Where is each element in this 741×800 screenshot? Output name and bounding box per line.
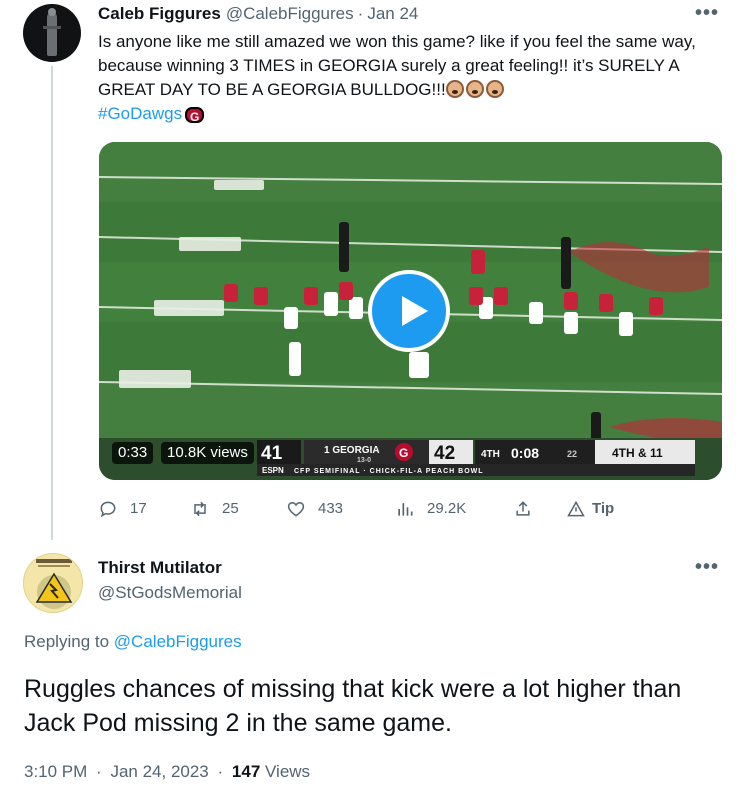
reply-view-count[interactable]: 147 [232,762,260,781]
play-button[interactable] [368,270,450,352]
hashtag-link[interactable]: #GoDawgs [98,104,182,123]
share-button[interactable] [513,499,545,519]
tip-label: Tip [592,500,615,517]
more-options-icon[interactable]: ••• [695,2,719,25]
network-logo: ESPN [262,466,284,475]
home-score: 42 [434,443,455,464]
dog-face-icon [465,80,484,98]
retweet-count: 25 [222,500,239,517]
reply-views-label: Views [265,762,311,781]
tweet-actions: 17 25 433 29.2K Tip [98,499,638,523]
game-quarter: 4TH [481,449,500,460]
dog-face-icon [445,80,464,98]
analytics-icon [398,503,413,516]
reply-date[interactable]: Jan 24, 2023 [110,762,208,781]
separator-dot: · [217,762,224,781]
avatar[interactable] [23,4,81,62]
reply-author-handle[interactable]: @StGodsMemorial [98,583,242,603]
bowl-banner: CFP SEMIFINAL · CHICK-FIL-A PEACH BOWL [294,468,484,475]
author-name[interactable]: Caleb Figgures [98,4,221,24]
replying-to-line: Replying to @CalebFiggures [24,632,242,652]
avatar[interactable] [23,553,83,613]
tweet-text: Is anyone like me still amazed we won th… [98,30,728,126]
replying-to-link[interactable]: @CalebFiggures [114,632,242,651]
views-button[interactable]: 29.2K [395,499,466,519]
game-clock: 0:08 [511,445,539,461]
reply-icon [100,501,116,518]
like-count: 433 [318,500,344,517]
video-view-count: 10.8K views [161,442,254,464]
reply-text: Ruggles chances of missing that kick wer… [24,675,682,737]
view-count: 29.2K [427,500,467,517]
reply-time[interactable]: 3:10 PM [24,762,87,781]
retweet-button[interactable]: 25 [190,499,239,519]
home-team-name: 1 GEORGIA [324,445,380,456]
reply-count: 17 [130,500,147,517]
tweet-header: Caleb Figgures @CalebFiggures · Jan 24 [98,4,418,24]
more-options-icon[interactable]: ••• [695,556,719,579]
warning-sign-logo [35,572,73,609]
tip-button[interactable]: Tip [566,499,614,519]
reply-button[interactable]: 17 [98,499,147,519]
like-button[interactable]: 433 [286,499,343,519]
author-handle[interactable]: @CalebFiggures [226,4,354,24]
video-player[interactable]: 41 1 GEORGIA 13-0 G 42 4TH 0:08 22 4TH &… [99,142,722,480]
video-duration: 0:33 [112,442,154,464]
tweet-date[interactable]: Jan 24 [367,4,418,24]
separator-dot: · [96,762,102,781]
georgia-logo-letter: G [399,446,408,460]
thread-connector-line [51,66,53,540]
tip-icon [567,500,585,517]
heart-icon [287,501,305,517]
reply-author-name[interactable]: Thirst Mutilator [98,558,222,578]
home-team-record: 13-0 [357,457,371,464]
away-score: 41 [261,443,283,464]
reply-metadata: 3:10 PM · Jan 24, 2023 · 147 Views [24,762,310,782]
separator-dot: · [357,4,364,23]
replying-to-prefix: Replying to [24,632,110,651]
tweet-body: Is anyone like me still amazed we won th… [98,32,696,99]
share-icon [516,501,530,516]
georgia-g-icon: G [185,107,205,124]
retweet-icon [194,501,206,517]
down-and-distance: 4TH & 11 [612,446,663,460]
play-clock: 22 [567,449,577,459]
dog-face-icon [485,80,504,98]
